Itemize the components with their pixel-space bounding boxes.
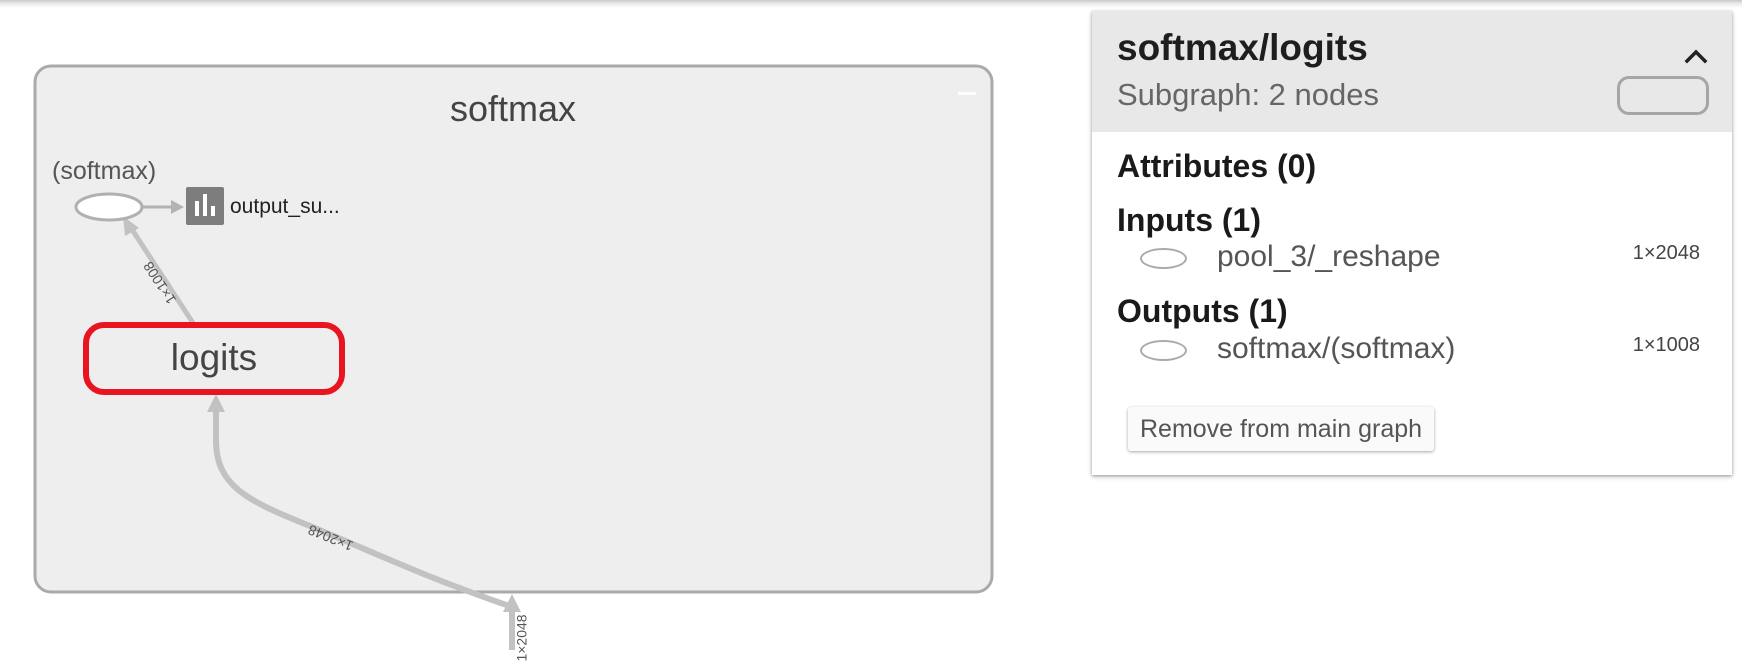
output-row[interactable]: softmax/(softmax) 1×1008 [1092, 332, 1732, 372]
op-node-label[interactable]: (softmax) [52, 157, 156, 186]
edge-label-offscreen: 1×2048 [513, 614, 530, 662]
info-card-title: softmax/logits [1117, 27, 1368, 68]
inputs-heading: Inputs (1) [1117, 202, 1261, 238]
summary-node-label[interactable]: output_su... [230, 195, 340, 219]
input-shape: 1×2048 [1632, 242, 1700, 264]
attributes-heading: Attributes (0) [1117, 148, 1317, 184]
node-info-card: softmax/logits Subgraph: 2 nodes Attribu… [1092, 11, 1732, 475]
input-row[interactable]: pool_3/_reshape 1×2048 [1092, 240, 1732, 280]
remove-from-main-graph-button[interactable]: Remove from main graph [1128, 407, 1435, 451]
op-oval-icon [1140, 248, 1187, 269]
input-name[interactable]: pool_3/_reshape [1217, 240, 1441, 274]
op-oval-icon [1140, 340, 1187, 361]
info-card-header: softmax/logits Subgraph: 2 nodes [1092, 11, 1732, 132]
output-name[interactable]: softmax/(softmax) [1217, 332, 1455, 366]
bar-chart-icon[interactable] [186, 187, 224, 225]
outputs-heading: Outputs (1) [1117, 293, 1288, 329]
info-card-subtitle: Subgraph: 2 nodes [1117, 77, 1379, 112]
output-shape: 1×1008 [1632, 334, 1700, 356]
expand-toggle-button[interactable] [1617, 76, 1709, 115]
op-node-softmax[interactable] [74, 192, 144, 222]
logits-node-label[interactable]: logits [86, 337, 342, 379]
chevron-up-icon[interactable] [1676, 37, 1716, 77]
scope-title: softmax [449, 88, 577, 129]
scope-collapse-button[interactable] [957, 88, 977, 100]
